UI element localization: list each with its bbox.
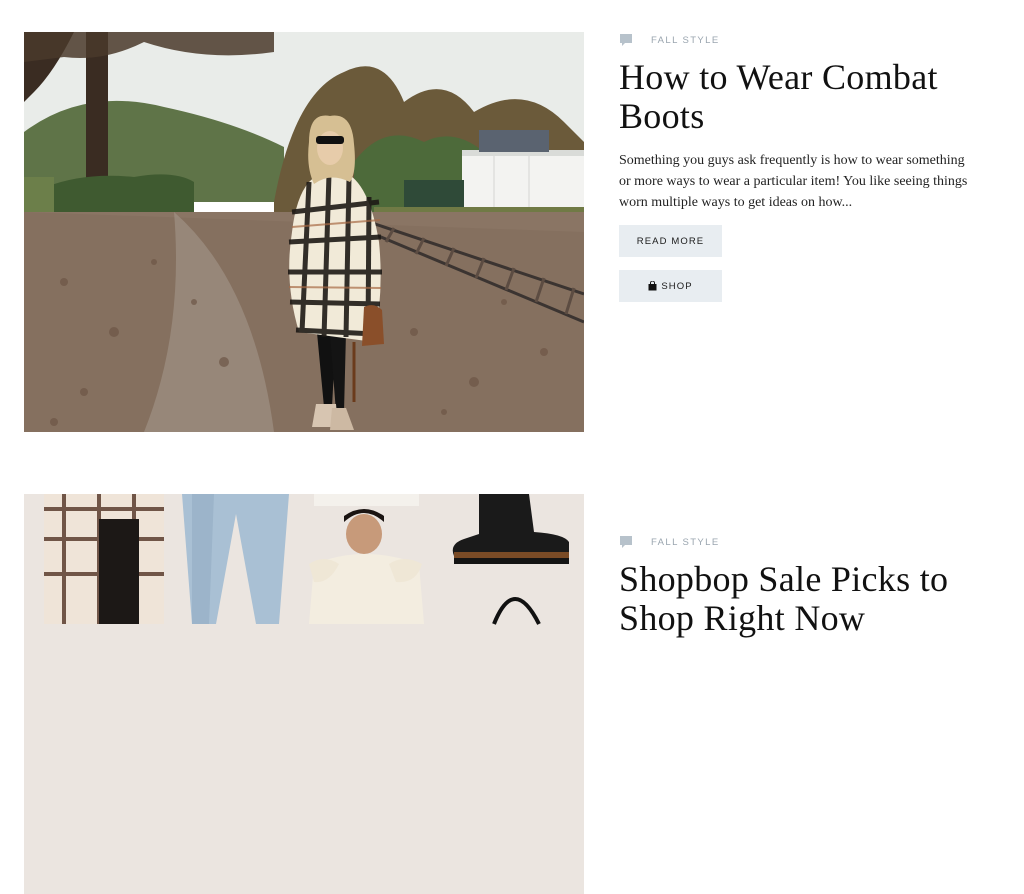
post-title[interactable]: How to Wear Combat Boots [619,58,989,136]
shop-label: SHOP [661,280,693,292]
post-title[interactable]: Shopbop Sale Picks to Shop Right Now [619,560,989,638]
read-more-label: READ MORE [636,235,705,247]
shop-button[interactable]: SHOP [619,270,722,302]
read-more-button[interactable]: READ MORE [619,225,722,257]
post-featured-image[interactable] [24,494,584,894]
photo-woman-railroad-tracks [24,32,584,432]
post-featured-image[interactable] [24,32,584,432]
blog-post: FALL STYLE How to Wear Combat Boots Some… [24,32,1000,434]
comment-icon[interactable] [619,33,633,47]
category-row: FALL STYLE [619,534,989,550]
blog-post: FALL STYLE Shopbop Sale Picks to Shop Ri… [24,494,1000,894]
post-category[interactable]: FALL STYLE [651,537,720,548]
category-row: FALL STYLE [619,32,989,48]
shopping-bag-icon [648,280,657,291]
collage-fashion-products [24,494,584,894]
comment-icon[interactable] [619,535,633,549]
post-excerpt: Something you guys ask frequently is how… [619,153,968,210]
post-content: FALL STYLE Shopbop Sale Picks to Shop Ri… [619,494,989,638]
post-category[interactable]: FALL STYLE [651,35,720,46]
post-content: FALL STYLE How to Wear Combat Boots Some… [619,32,989,302]
